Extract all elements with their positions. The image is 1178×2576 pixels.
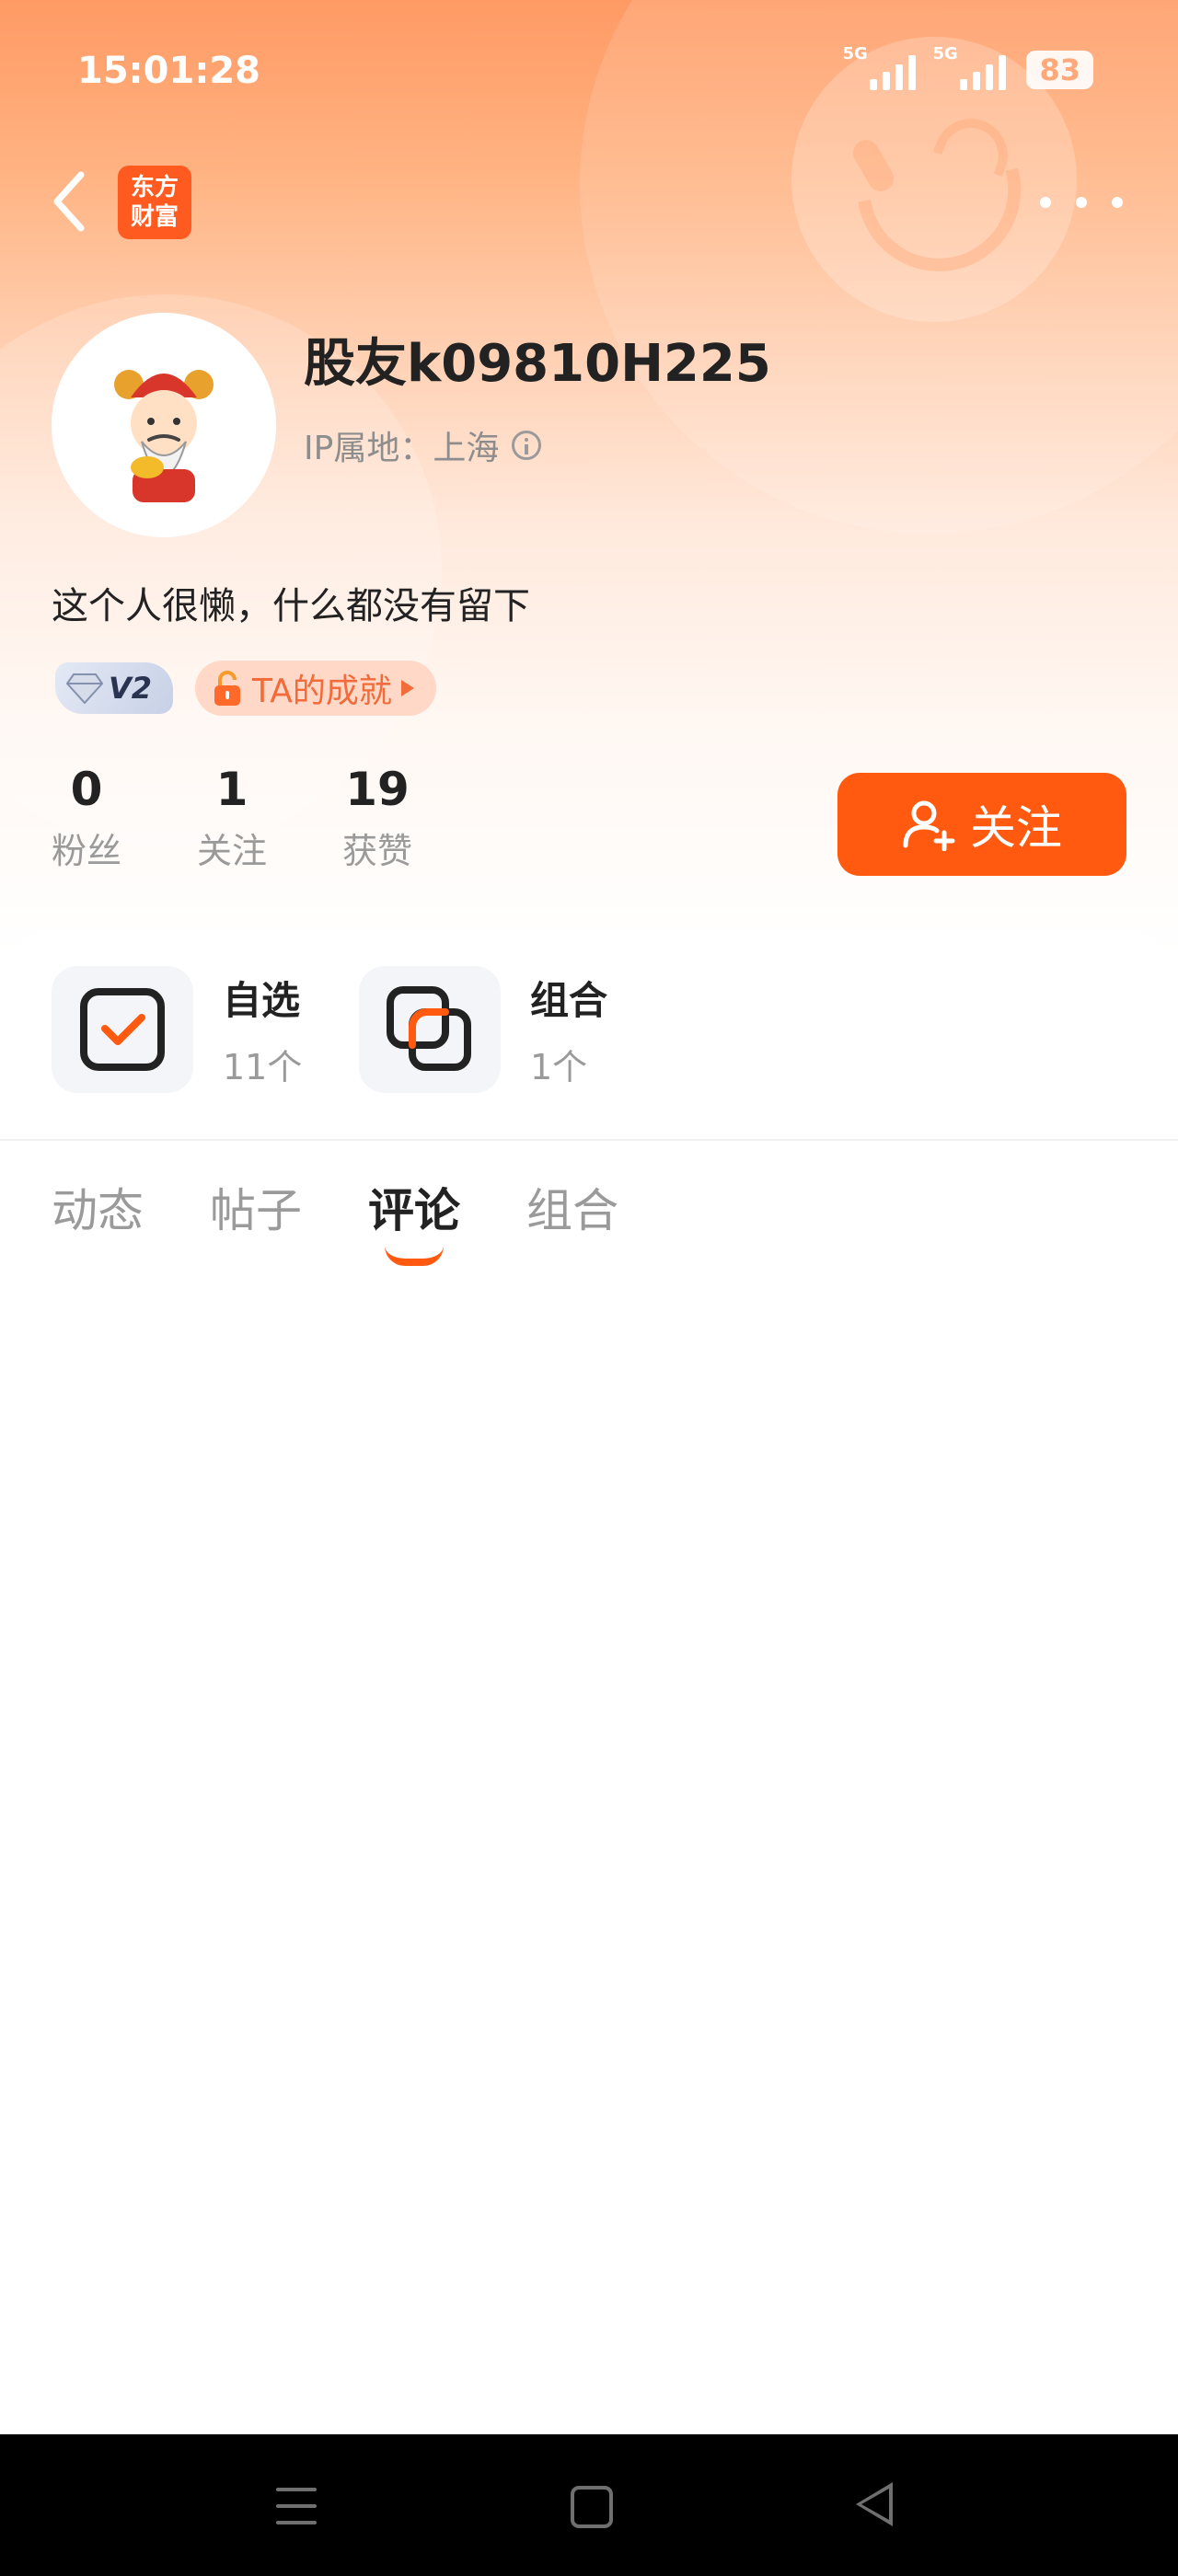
stat-value: 0 [70,763,103,816]
signal-icon: 5G [842,44,917,90]
tab-posts[interactable]: 帖子 [210,1174,302,1240]
watchlist-title: 自选 [223,978,301,1023]
avatar[interactable] [52,313,276,537]
ip-location: IP属地：上海 [304,421,542,469]
ip-location-label: IP属地：上海 [304,430,500,467]
follow-button[interactable]: 关注 [837,773,1126,876]
follow-label: 关注 [970,801,1062,855]
portfolio-title: 组合 [530,978,608,1023]
watchlist-count: 11个 [223,1047,303,1087]
info-icon[interactable] [512,431,542,460]
signal-icon: 5G [932,44,1007,90]
app-logo[interactable]: 东方 财富 [118,166,191,239]
stat-fans[interactable]: 0 粉丝 [52,762,121,873]
stat-label: 获赞 [342,831,413,871]
chevron-left-icon [53,171,85,232]
status-time: 15:01:28 [77,50,260,92]
stat-label: 粉丝 [52,831,122,871]
stat-following[interactable]: 1 关注 [197,762,267,873]
back-triangle-icon[interactable] [856,2482,893,2526]
badges-row: V2 TA的成就 [55,661,436,716]
portfolio-icon [359,966,501,1093]
diamond-icon [66,673,103,704]
tab-activity[interactable]: 动态 [52,1174,144,1240]
home-icon[interactable] [571,2486,613,2528]
achievement-label: TA的成就 [252,673,392,710]
back-button[interactable] [46,167,101,236]
lock-icon [214,671,240,706]
tab-portfolios[interactable]: 组合 [526,1174,618,1240]
content-card [0,931,1178,2434]
system-nav-bar [0,2434,1178,2576]
portfolio-link[interactable]: 组合 1个 [359,966,607,1093]
level-label: V2 [109,671,153,706]
watchlist-icon [52,966,193,1093]
username: 股友k09810H225 [304,334,771,394]
battery-indicator: 83 [1026,51,1093,89]
bio-text: 这个人很懒，什么都没有留下 [52,585,530,627]
add-user-icon [903,800,955,851]
level-badge[interactable]: V2 [55,662,173,714]
status-icons: 5G 5G 83 [842,44,1093,90]
stat-label: 关注 [197,831,268,871]
tab-comments[interactable]: 评论 [368,1174,460,1266]
divider [0,1139,1178,1141]
stat-likes[interactable]: 19 获赞 [342,762,412,873]
tab-bar: 动态 帖子 评论 组合 [52,1174,618,1266]
menu-icon[interactable] [276,2488,317,2524]
stat-value: 19 [345,763,410,816]
more-options-icon[interactable] [1040,184,1123,221]
stat-value: 1 [215,763,248,816]
achievement-badge[interactable]: TA的成就 [195,661,436,716]
play-arrow-icon [400,680,414,696]
watchlist-link[interactable]: 自选 11个 [52,966,302,1093]
fortune-god-avatar-icon [52,313,276,537]
status-bar: 15:01:28 5G 5G 83 [0,0,1178,138]
stats-row: 0 粉丝 1 关注 19 获赞 [52,762,412,873]
portfolio-count: 1个 [530,1047,588,1087]
